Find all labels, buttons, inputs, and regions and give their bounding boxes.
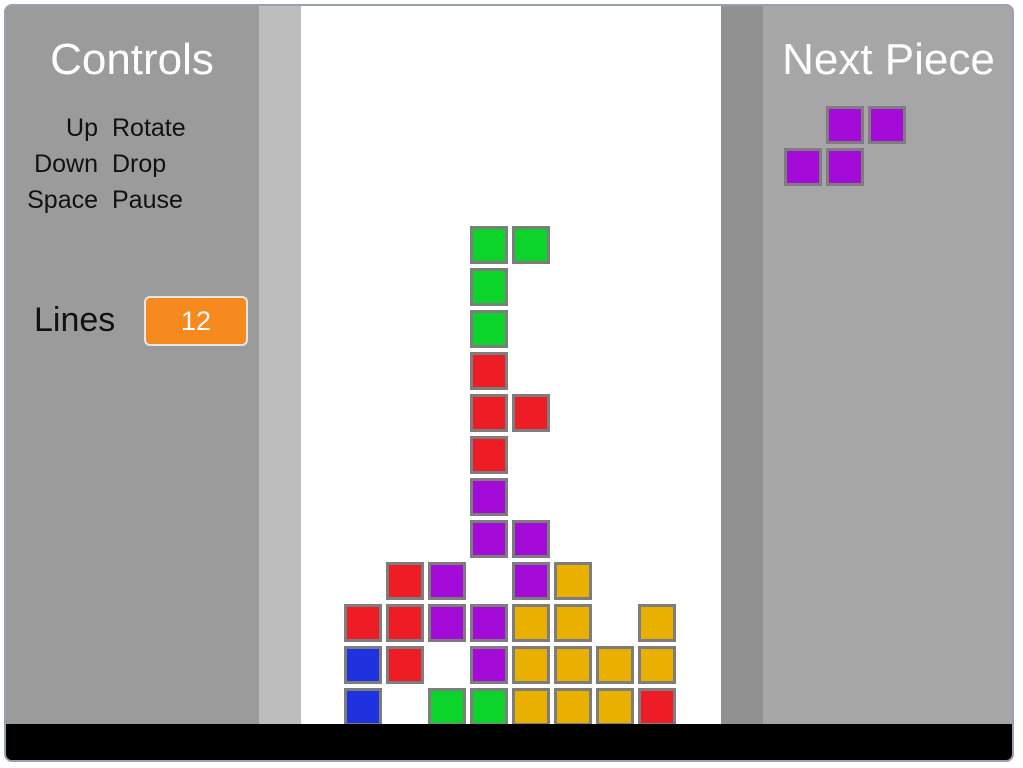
control-key: Space	[27, 185, 98, 214]
control-action: Pause	[112, 185, 183, 214]
block-red	[386, 604, 424, 642]
block-yellow	[638, 646, 676, 684]
control-row-pause: Space Pause	[16, 182, 236, 218]
next-piece-panel: Next Piece	[763, 6, 1012, 724]
control-row-drop: Down Drop	[16, 146, 236, 182]
block-blue	[344, 688, 382, 726]
well-left-border	[259, 6, 301, 724]
block-red	[470, 352, 508, 390]
game-board[interactable]	[301, 6, 721, 726]
block-yellow	[512, 646, 550, 684]
controls-title: Controls	[50, 35, 214, 84]
block-green	[470, 268, 508, 306]
block-green	[470, 310, 508, 348]
block-green	[428, 688, 466, 726]
next-piece-block	[784, 148, 822, 186]
block-purple	[428, 604, 466, 642]
block-purple	[470, 646, 508, 684]
control-key: Up	[66, 113, 98, 142]
block-purple	[470, 520, 508, 558]
block-purple	[470, 478, 508, 516]
control-action: Rotate	[112, 113, 186, 142]
block-red	[344, 604, 382, 642]
control-key: Down	[34, 149, 98, 178]
well-right-border	[721, 6, 763, 724]
block-yellow	[638, 604, 676, 642]
controls-list: Up Rotate Down Drop Space Pause	[16, 110, 236, 218]
next-piece-title: Next Piece	[782, 35, 995, 84]
block-red	[386, 562, 424, 600]
next-piece-block	[826, 148, 864, 186]
block-purple	[512, 520, 550, 558]
control-row-rotate: Up Rotate	[16, 110, 236, 146]
block-red	[470, 394, 508, 432]
block-red	[386, 646, 424, 684]
block-yellow	[512, 688, 550, 726]
block-purple	[428, 562, 466, 600]
control-action: Drop	[112, 149, 167, 178]
block-yellow	[554, 688, 592, 726]
block-yellow	[554, 604, 592, 642]
block-yellow	[512, 604, 550, 642]
controls-panel: Controls Up Rotate Down Drop Space Pause…	[6, 6, 259, 724]
block-red	[512, 394, 550, 432]
bottom-bar	[6, 724, 1012, 760]
block-purple	[470, 604, 508, 642]
block-blue	[344, 646, 382, 684]
block-green	[470, 688, 508, 726]
game-window: Controls Up Rotate Down Drop Space Pause…	[4, 4, 1014, 762]
lines-counter: 12	[144, 296, 248, 346]
block-green	[470, 226, 508, 264]
next-piece-block	[826, 106, 864, 144]
block-yellow	[596, 688, 634, 726]
lines-label: Lines	[34, 301, 116, 339]
block-red	[470, 436, 508, 474]
block-purple	[512, 562, 550, 600]
block-yellow	[596, 646, 634, 684]
block-red	[638, 688, 676, 726]
block-yellow	[554, 646, 592, 684]
block-yellow	[554, 562, 592, 600]
next-piece-block	[868, 106, 906, 144]
block-green	[512, 226, 550, 264]
